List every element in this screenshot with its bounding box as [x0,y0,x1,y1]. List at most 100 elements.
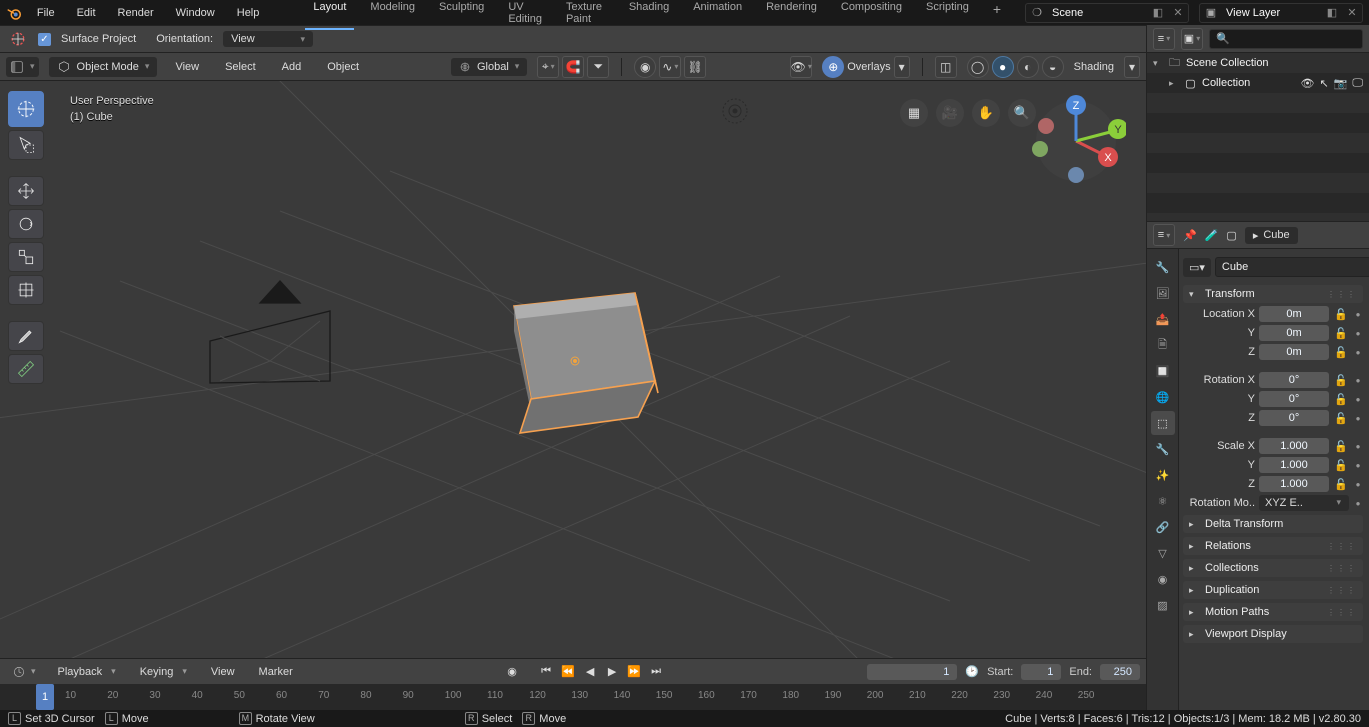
pin-icon[interactable]: 📌 [1183,229,1197,242]
prop-value-field[interactable]: 0m [1259,306,1329,322]
timeline-editor-dropdown[interactable]: ▾ [6,662,42,682]
cursor-tool-icon[interactable] [8,29,28,49]
tab-add[interactable]: + [981,0,1013,30]
tool-select-box[interactable] [8,130,44,160]
ptab-texture[interactable]: ▨ [1151,593,1175,617]
dropper-icon[interactable]: 🧪 [1205,229,1219,242]
menu-playback[interactable]: Playback▾ [50,662,124,682]
collapse-icon[interactable]: ▾ [1189,289,1199,300]
tab-modeling[interactable]: Modeling [358,0,427,30]
anim-dot-icon[interactable]: ● [1353,480,1363,489]
key-next-icon[interactable]: ⏩ [625,663,643,681]
anim-dot-icon[interactable]: ● [1353,442,1363,451]
outliner-search-input[interactable]: 🔍 [1209,29,1363,49]
ptab-viewlayer[interactable]: 🗎 [1151,333,1175,357]
orientation-dropdown[interactable]: View ▾ [223,31,313,47]
viewlayer-name[interactable]: View Layer [1222,7,1322,19]
ptab-data[interactable]: ▽ [1151,541,1175,565]
light-object[interactable] [723,99,747,123]
menu-render[interactable]: Render [108,3,164,23]
autokey-toggle[interactable]: ◉ [503,663,521,681]
section-viewport[interactable]: ▸Viewport Display [1183,625,1363,643]
tool-scale[interactable] [8,242,44,272]
menu-v-add[interactable]: Add [274,57,310,77]
lock-icon[interactable]: 🔓 [1333,393,1349,406]
lock-icon[interactable]: 🔓 [1333,374,1349,387]
tab-animation[interactable]: Animation [681,0,754,30]
viewlayer-browse-icon[interactable]: ◧ [1322,6,1342,19]
collapse-icon[interactable]: ▾ [1153,58,1163,69]
prop-value-field[interactable]: 1.000 [1259,438,1329,454]
shading-dropdown[interactable]: ▾ [1124,56,1140,78]
current-frame-field[interactable]: 1 [867,664,957,680]
outliner-tree[interactable]: ▾ 🗀 Scene Collection ▸ ▢ Collection 👁 ↖ … [1147,53,1369,221]
disable-icon[interactable]: 🖵 [1352,77,1363,90]
lock-icon[interactable]: 🔓 [1333,459,1349,472]
anim-dot-icon[interactable]: ● [1353,310,1363,319]
anim-dot-icon[interactable]: ● [1353,348,1363,357]
prop-value-field[interactable]: 0° [1259,372,1329,388]
key-prev-icon[interactable]: ⏪ [559,663,577,681]
tab-sculpting[interactable]: Sculpting [427,0,496,30]
ptab-constraints[interactable]: 🔗 [1151,515,1175,539]
scene-field[interactable]: ❍ Scene ◧ ✕ [1025,3,1189,23]
tab-scripting[interactable]: Scripting [914,0,981,30]
object-name-input[interactable] [1215,257,1369,277]
menu-t-marker[interactable]: Marker [251,662,301,682]
clock-icon[interactable]: 🕑 [965,665,979,678]
datablock-dropdown[interactable]: ▭▾ [1183,258,1211,277]
menu-t-view[interactable]: View [203,662,243,682]
start-frame-field[interactable]: 1 [1021,664,1061,680]
prop-value-field[interactable]: 1.000 [1259,476,1329,492]
ptab-scene[interactable]: 🔲 [1151,359,1175,383]
shading-wire[interactable]: ◯ [967,56,989,78]
tool-rotate[interactable] [8,209,44,239]
lock-icon[interactable]: 🔓 [1333,327,1349,340]
proportional-dropdown[interactable]: ∿▾ [659,56,681,78]
section-duplication[interactable]: ▸Duplication⋮⋮⋮ [1183,581,1363,599]
scene-name[interactable]: Scene [1048,7,1148,19]
camera-object[interactable] [210,281,330,383]
editor-type-dropdown[interactable]: ▾ [6,57,39,77]
section-collections[interactable]: ▸Collections⋮⋮⋮ [1183,559,1363,577]
mode-dropdown[interactable]: Object Mode ▾ [49,57,158,77]
shading-solid[interactable]: ● [992,56,1014,78]
menu-v-select[interactable]: Select [217,57,264,77]
anim-dot-icon[interactable]: ● [1353,499,1363,508]
cube-object[interactable] [514,293,658,433]
ptab-render[interactable]: 🖼 [1151,281,1175,305]
properties-editor-dropdown[interactable]: ≡▾ [1153,224,1175,246]
tab-uvediting[interactable]: UV Editing [496,0,554,30]
ptab-material[interactable]: ◉ [1151,567,1175,591]
overlays-dropdown[interactable]: ▾ [894,56,910,78]
lock-icon[interactable]: 🔓 [1333,308,1349,321]
menu-file[interactable]: File [27,3,65,23]
ptab-particles[interactable]: ✨ [1151,463,1175,487]
prop-value-field[interactable]: 0m [1259,325,1329,341]
tool-measure[interactable] [8,354,44,384]
rotmode-dropdown[interactable]: XYZ E..▾ [1259,495,1349,511]
play-fwd-icon[interactable]: ▶ [603,663,621,681]
outliner-display-dropdown[interactable]: ▣▾ [1181,28,1203,50]
prop-value-field[interactable]: 1.000 [1259,457,1329,473]
ptab-world[interactable]: 🌐 [1151,385,1175,409]
ptab-output[interactable]: 📤 [1151,307,1175,331]
nav-pan-icon[interactable]: ✋ [972,99,1000,127]
ptab-object[interactable]: ⬚ [1151,411,1175,435]
anim-dot-icon[interactable]: ● [1353,414,1363,423]
viewlayer-close-icon[interactable]: ✕ [1342,6,1362,19]
prop-value-field[interactable]: 0° [1259,391,1329,407]
nav-camera-icon[interactable]: 🎥 [936,99,964,127]
ptab-tool[interactable]: 🔧 [1151,255,1175,279]
nav-gizmo[interactable]: X Y Z [1026,91,1126,191]
scene-close-icon[interactable]: ✕ [1168,6,1188,19]
timeline-playhead[interactable]: 1 [36,684,54,710]
tab-shading[interactable]: Shading [617,0,681,30]
anim-dot-icon[interactable]: ● [1353,395,1363,404]
proportional-toggle[interactable]: ◉ [634,56,656,78]
menu-help[interactable]: Help [227,3,270,23]
proportional-connected[interactable]: ⛓ [684,56,706,78]
section-transform[interactable]: ▾ Transform ⋮⋮⋮ [1183,285,1363,303]
snap-toggle[interactable]: 🧲 [562,56,584,78]
menu-v-object[interactable]: Object [319,57,367,77]
